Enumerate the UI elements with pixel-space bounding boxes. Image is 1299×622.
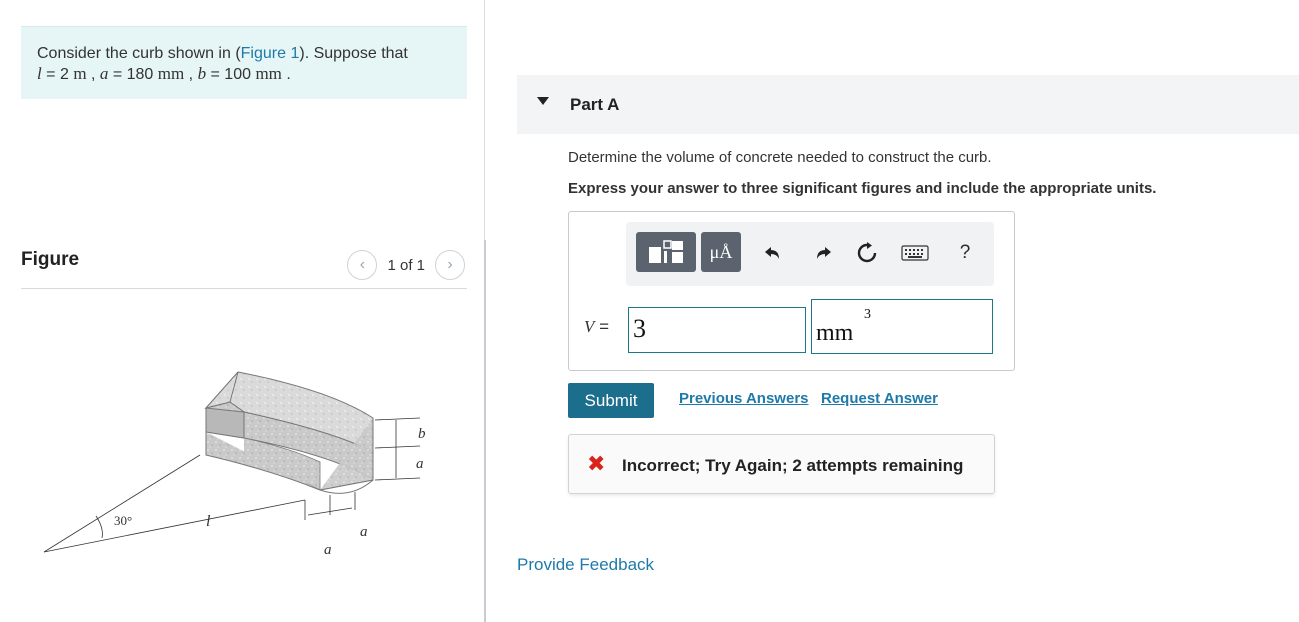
reset-button[interactable] — [854, 240, 880, 266]
chevron-right-icon: › — [447, 256, 453, 273]
column-divider-strong — [484, 240, 486, 622]
left-column: Consider the curb shown in (Figure 1). S… — [0, 0, 485, 622]
problem-end: . — [281, 66, 291, 83]
help-icon: ? — [959, 242, 971, 263]
math-toolbar: μÅ ? — [626, 222, 994, 286]
submit-button[interactable]: Submit — [568, 383, 654, 418]
units-button[interactable]: μÅ — [701, 232, 741, 272]
a-unit: mm — [157, 64, 185, 83]
part-a-header[interactable]: Part A — [517, 75, 1299, 134]
var-b: b — [197, 64, 207, 83]
keyboard-icon — [901, 245, 929, 261]
reset-icon — [857, 242, 877, 263]
instruction-text: Express your answer to three significant… — [568, 180, 1157, 197]
figure-title: Figure — [21, 249, 80, 270]
problem-intro: Consider the curb shown in ( — [37, 45, 241, 62]
part-title: Part A — [570, 95, 620, 114]
a-bottom-label: a — [324, 542, 332, 558]
pager-text: 1 of 1 — [387, 256, 425, 274]
value-input[interactable]: 3 — [628, 307, 806, 353]
curb-figure: 30° l a a a b — [43, 371, 426, 558]
previous-answers-link[interactable]: Previous Answers — [679, 390, 809, 407]
help-button[interactable]: ? — [952, 240, 978, 266]
variable-v: V — [584, 317, 595, 336]
figure-header: Figure ‹ 1 of 1 › — [21, 244, 467, 289]
variable-label: V = — [584, 317, 609, 337]
problem-text: Consider the curb shown in (Figure 1). S… — [37, 44, 408, 85]
unit-input[interactable]: mm 3 — [811, 299, 993, 354]
redo-button[interactable] — [810, 240, 836, 266]
units-icon: μÅ — [709, 241, 733, 262]
a-value: = 180 — [108, 66, 158, 83]
prev-figure-button[interactable]: ‹ — [347, 250, 378, 280]
undo-icon — [765, 247, 779, 259]
curb-drawing — [204, 371, 374, 494]
templates-icon — [649, 240, 683, 263]
b-value: = 100 — [206, 66, 256, 83]
separator: , — [86, 66, 100, 83]
feedback-text: Incorrect; Try Again; 2 attempts remaini… — [622, 456, 964, 475]
templates-button[interactable] — [636, 232, 696, 272]
feedback-message: ✖ Incorrect; Try Again; 2 attempts remai… — [568, 434, 995, 494]
angle-label: 30° — [114, 513, 132, 528]
unit-base: mm — [816, 320, 854, 346]
separator: , — [184, 66, 198, 83]
b-unit: mm — [255, 64, 282, 83]
equals-sign: = — [594, 317, 610, 336]
figure-pager: ‹ 1 of 1 › — [347, 250, 465, 280]
caret-down-icon — [537, 97, 549, 105]
keyboard-button[interactable] — [900, 240, 930, 266]
answer-panel: μÅ ? V = 3 mm 3 — [568, 211, 1015, 371]
request-answer-link[interactable]: Request Answer — [821, 390, 938, 407]
question-text: Determine the volume of concrete needed … — [568, 149, 992, 166]
b-right-label: b — [418, 426, 426, 442]
undo-button[interactable] — [760, 240, 786, 266]
a-mid-label: a — [360, 524, 368, 540]
redo-icon — [817, 247, 831, 259]
unit-exponent: 3 — [864, 307, 871, 322]
chevron-left-icon: ‹ — [359, 256, 366, 273]
problem-intro-end: ). Suppose that — [299, 45, 408, 62]
l-unit: m — [73, 64, 87, 83]
l-label: l — [206, 513, 211, 530]
problem-statement: Consider the curb shown in (Figure 1). S… — [21, 26, 467, 99]
figure-link[interactable]: Figure 1 — [241, 45, 300, 62]
l-value: = 2 — [41, 66, 74, 83]
incorrect-icon: ✖ — [587, 451, 606, 476]
provide-feedback-link[interactable]: Provide Feedback — [517, 555, 654, 575]
next-figure-button[interactable]: › — [435, 250, 465, 280]
a-right-label: a — [416, 456, 424, 472]
